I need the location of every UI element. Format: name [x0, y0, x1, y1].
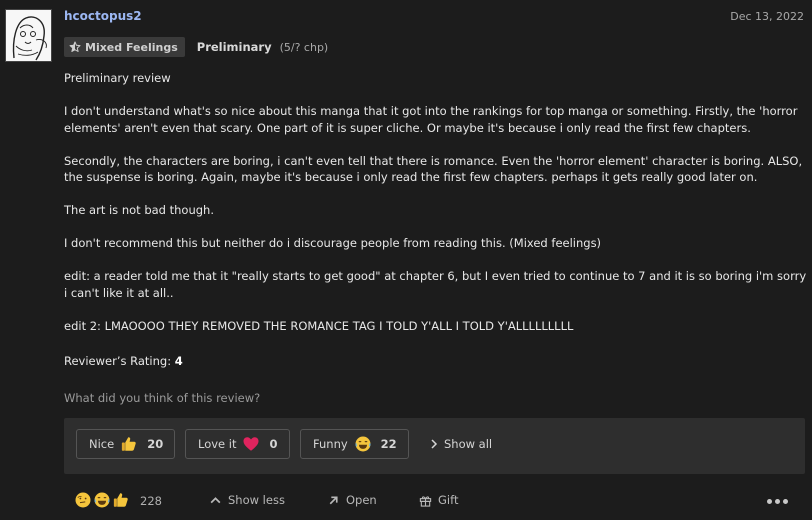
- gift-icon: [419, 495, 432, 507]
- open-label: Open: [346, 493, 377, 507]
- review-footer: 228 Show less Open Gift: [0, 488, 812, 514]
- user-avatar[interactable]: [5, 9, 52, 62]
- nice-count: 20: [147, 437, 164, 451]
- review-date: Dec 13, 2022: [730, 10, 804, 23]
- thumbs-up-icon: [122, 437, 136, 451]
- show-all-label: Show all: [444, 437, 493, 451]
- ellipsis-dot: [783, 499, 788, 504]
- chapter-progress: (5/? chp): [279, 40, 329, 54]
- rating-label: Reviewer’s Rating:: [64, 354, 172, 368]
- avatar-drawing: [6, 10, 51, 61]
- review-meta: Mixed Feelings Preliminary (5/? chp): [64, 37, 328, 57]
- review-status: Preliminary: [196, 40, 272, 54]
- review-paragraph: edit 2: LMAOOOO THEY REMOVED THE ROMANCE…: [64, 318, 574, 333]
- funny-label: Funny: [313, 437, 348, 451]
- username-link[interactable]: hcoctopus2: [64, 9, 142, 23]
- gift-label: Gift: [438, 493, 459, 507]
- funny-count: 22: [380, 437, 397, 451]
- nice-label: Nice: [89, 437, 115, 451]
- review-paragraph: I don't understand what's so nice about …: [64, 104, 798, 135]
- feedback-prompt: What did you think of this review?: [64, 391, 261, 405]
- thinking-face-icon: [75, 492, 91, 508]
- nice-reaction-button[interactable]: Nice 20: [76, 429, 176, 459]
- review-paragraph: I don't recommend this but neither do i …: [64, 236, 602, 250]
- love-it-reaction-button[interactable]: Love it 0: [185, 429, 290, 459]
- reviewer-rating: Reviewer’s Rating: 4: [64, 354, 183, 368]
- reaction-panel: Nice 20 Love it 0 Funny 22 Show all: [64, 418, 805, 474]
- sentiment-badge: Mixed Feelings: [64, 37, 185, 57]
- review-body: Preliminary review I don't understand wh…: [64, 70, 808, 334]
- more-options-button[interactable]: [767, 499, 788, 504]
- ellipsis-dot: [767, 499, 772, 504]
- love-it-label: Love it: [198, 437, 237, 451]
- love-it-count: 0: [269, 437, 278, 451]
- reaction-total: 228: [140, 494, 162, 508]
- heart-icon: [243, 437, 259, 451]
- sentiment-label: Mixed Feelings: [85, 40, 178, 54]
- laughing-face-icon: [94, 492, 110, 508]
- review-paragraph: The art is not bad though.: [64, 203, 214, 217]
- chevron-right-icon: [431, 439, 438, 449]
- show-all-reactions-button[interactable]: Show all: [430, 437, 492, 451]
- gift-button[interactable]: Gift: [419, 493, 458, 507]
- arrow-up-right-icon: [329, 495, 338, 504]
- show-less-label: Show less: [228, 493, 285, 507]
- review-paragraph: Preliminary review: [64, 71, 171, 85]
- laughing-face-icon: [355, 436, 371, 452]
- rating-value: 4: [174, 354, 183, 368]
- ellipsis-dot: [775, 499, 780, 504]
- review-paragraph: Secondly, the characters are boring, i c…: [64, 153, 803, 185]
- show-less-button[interactable]: Show less: [209, 493, 285, 507]
- funny-reaction-button[interactable]: Funny 22: [300, 429, 409, 459]
- open-button[interactable]: Open: [327, 493, 377, 507]
- chevron-up-icon: [210, 496, 221, 503]
- review-paragraph: edit: a reader told me that it "really s…: [64, 269, 807, 300]
- star-half-icon: [69, 41, 81, 52]
- thumbs-up-icon: [113, 493, 128, 507]
- reaction-summary[interactable]: [74, 491, 130, 509]
